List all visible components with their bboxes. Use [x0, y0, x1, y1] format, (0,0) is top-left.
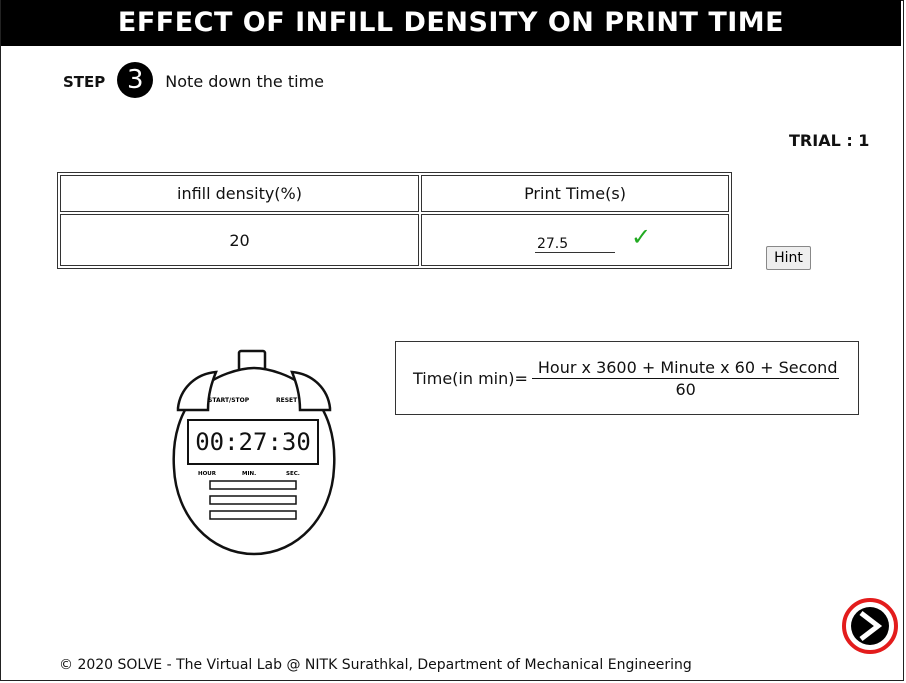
header-print-time: Print Time(s) [421, 175, 729, 213]
results-table: infill density(%) Print Time(s) 20 27.5 ✓ [57, 172, 732, 269]
reset-label: RESET [276, 397, 298, 404]
time-formula: Time(in min)= Hour x 3600 + Minute x 60 … [395, 341, 859, 415]
step-instruction: Note down the time [165, 71, 324, 91]
step-number-badge: 3 [117, 62, 154, 98]
hint-button[interactable]: Hint [766, 246, 811, 270]
table-row: 20 27.5 ✓ [60, 214, 729, 266]
footer-copyright: © 2020 SOLVE - The Virtual Lab @ NITK Su… [59, 657, 692, 673]
sec-label: SEC. [286, 471, 300, 477]
start-stop-label: START/STOP [208, 397, 250, 404]
cell-density-value: 20 [60, 214, 419, 266]
formula-fraction: Hour x 3600 + Minute x 60 + Second 60 [531, 358, 840, 399]
hour-label: HOUR [198, 471, 217, 477]
print-time-input[interactable]: 27.5 [534, 236, 615, 254]
cell-print-time: 27.5 ✓ [421, 214, 729, 266]
formula-numerator: Hour x 3600 + Minute x 60 + Second [531, 358, 840, 379]
formula-denominator: 60 [675, 379, 696, 399]
stopwatch-bar [209, 510, 297, 520]
min-label: MIN. [242, 471, 256, 477]
step-indicator: STEP 3 Note down the time [63, 62, 324, 98]
stopwatch-bar [209, 480, 297, 490]
formula-lhs: Time(in min)= [413, 368, 528, 388]
arrow-right-icon [851, 607, 889, 645]
stopwatch-bar [209, 495, 297, 505]
stopwatch-time: 00:27:30 [195, 428, 311, 456]
trial-label: TRIAL : 1 [789, 131, 870, 150]
step-label: STEP [63, 73, 106, 91]
page-title: EFFECT OF INFILL DENSITY ON PRINT TIME [1, 0, 901, 46]
check-icon: ✓ [630, 223, 652, 252]
table-header-row: infill density(%) Print Time(s) [60, 175, 729, 213]
header-infill-density: infill density(%) [60, 175, 419, 213]
next-button[interactable] [842, 598, 898, 654]
